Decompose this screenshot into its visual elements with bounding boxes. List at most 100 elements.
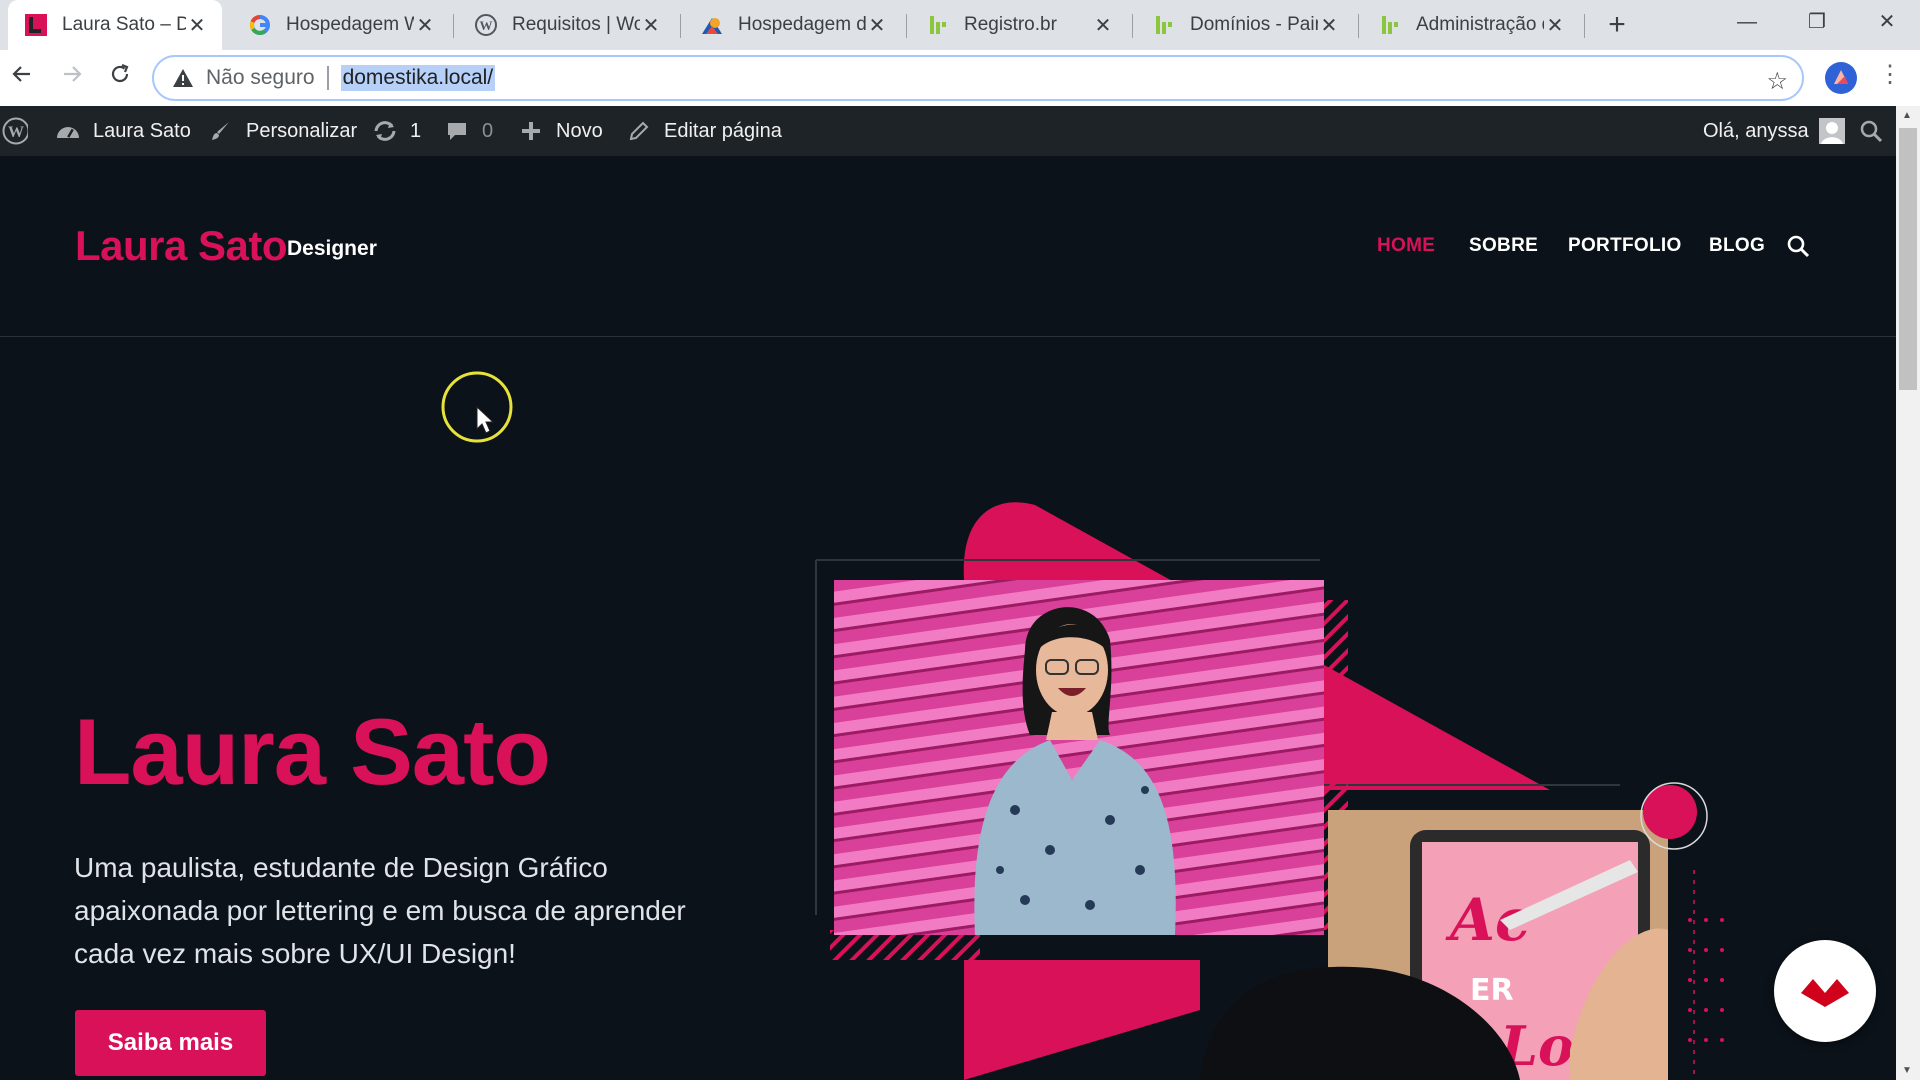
pink-bottom-shape xyxy=(964,960,1200,1080)
laura-sato-favicon-icon xyxy=(24,13,48,37)
admin-bar-updates[interactable]: 1 xyxy=(372,106,421,156)
close-tab-icon[interactable]: ✕ xyxy=(866,13,888,38)
tab-title: Registro.br xyxy=(964,14,1057,35)
tab-separator xyxy=(906,14,907,38)
site-search-icon[interactable] xyxy=(1786,234,1810,263)
pencil-icon xyxy=(626,118,652,144)
close-tab-icon[interactable]: ✕ xyxy=(186,13,208,38)
new-label: Novo xyxy=(556,119,603,142)
cursor-highlight-icon xyxy=(441,371,513,443)
arrow-left-icon xyxy=(12,66,30,82)
greeting-label: Olá, anyssa xyxy=(1703,119,1809,142)
tab-separator xyxy=(1358,14,1359,38)
close-tab-icon[interactable]: ✕ xyxy=(1092,13,1114,38)
hero-description: Uma paulista, estudante de Design Gráfic… xyxy=(74,852,686,969)
tab-requisitos-wordpress[interactable]: W Requisitos | Wo ✕ xyxy=(458,0,676,50)
saiba-mais-button[interactable]: Saiba mais xyxy=(75,1010,266,1076)
domestika-floating-button[interactable] xyxy=(1774,940,1876,1042)
tab-laura-sato[interactable]: Laura Sato – De ✕ xyxy=(8,0,222,50)
security-label[interactable]: Não seguro xyxy=(206,66,315,90)
host-icon xyxy=(700,13,724,37)
scrollbar-thumb[interactable] xyxy=(1899,128,1917,390)
tab-hospedagem[interactable]: Hospedagem de ✕ xyxy=(684,0,902,50)
back-button[interactable] xyxy=(6,62,38,94)
tab-separator xyxy=(453,14,454,38)
tab-title: Hospedagem W xyxy=(286,14,414,35)
site-tagline: Designer xyxy=(287,237,377,260)
wp-logo-menu[interactable]: W xyxy=(2,106,40,156)
edit-page-label: Editar página xyxy=(664,119,782,142)
menu-item-sobre[interactable]: SOBRE xyxy=(1469,235,1538,257)
address-divider xyxy=(326,66,329,90)
close-window-button[interactable]: ✕ xyxy=(1852,0,1920,46)
admin-bar-customize[interactable]: Personalizar xyxy=(208,106,357,156)
hero-artwork: Ac ER Loy xyxy=(815,502,1724,1080)
tab-title: Laura Sato – De xyxy=(62,14,186,35)
url-text[interactable]: domestika.local/ xyxy=(340,65,496,91)
bookmark-star-icon[interactable]: ☆ xyxy=(1766,67,1788,96)
registro-br-icon xyxy=(1378,13,1402,37)
plus-icon xyxy=(518,118,544,144)
close-tab-icon[interactable]: ✕ xyxy=(640,13,662,38)
admin-site-name-label: Laura Sato xyxy=(93,119,191,142)
dashboard-gauge-icon xyxy=(55,118,81,144)
scroll-up-arrow-icon[interactable]: ▲ xyxy=(1902,110,1912,121)
forward-button[interactable] xyxy=(56,62,88,94)
profile-avatar[interactable] xyxy=(1825,62,1857,94)
registro-br-icon xyxy=(926,13,950,37)
profile-icon xyxy=(1834,70,1848,84)
paintbrush-icon xyxy=(208,118,234,144)
scroll-down-arrow-icon[interactable]: ▼ xyxy=(1902,1065,1912,1076)
tab-separator xyxy=(1584,14,1585,38)
header-divider xyxy=(0,336,1896,337)
close-tab-icon[interactable]: ✕ xyxy=(1318,13,1340,38)
tab-title: Requisitos | Wo xyxy=(512,14,640,35)
warning-icon[interactable] xyxy=(172,67,194,89)
new-tab-button[interactable]: + xyxy=(1600,8,1634,42)
menu-item-portfolio[interactable]: PORTFOLIO xyxy=(1568,235,1682,257)
site-title[interactable]: Laura Sato xyxy=(75,222,288,270)
tab-title: Domínios - Pain xyxy=(1190,14,1318,35)
admin-bar-comments[interactable]: 0 xyxy=(444,106,493,156)
admin-bar-edit-page[interactable]: Editar página xyxy=(626,106,782,156)
admin-bar-account[interactable]: Olá, anyssa xyxy=(1703,106,1845,156)
user-avatar xyxy=(1818,118,1845,144)
reload-icon xyxy=(111,63,129,83)
tab-registro-br[interactable]: Registro.br ✕ xyxy=(910,0,1128,50)
hero-heading: Laura Sato xyxy=(74,699,551,804)
wordpress-logo-icon: W xyxy=(2,117,28,145)
menu-item-blog[interactable]: BLOG xyxy=(1709,235,1765,257)
close-tab-icon[interactable]: ✕ xyxy=(1544,13,1566,38)
tab-title: Administração d xyxy=(1416,14,1544,35)
arrow-right-icon xyxy=(64,66,82,82)
registro-br-icon xyxy=(1152,13,1176,37)
restore-button[interactable]: ❐ xyxy=(1782,0,1852,46)
svg-text:W: W xyxy=(480,18,493,33)
minimize-button[interactable]: — xyxy=(1712,0,1782,46)
portrait-photo xyxy=(834,580,1324,935)
tab-separator xyxy=(680,14,681,38)
updates-icon xyxy=(372,118,398,144)
wordpress-icon: W xyxy=(474,13,498,37)
tab-hospedagem-google[interactable]: Hospedagem W ✕ xyxy=(232,0,450,50)
comments-count: 0 xyxy=(482,119,494,142)
address-bar[interactable]: Não seguro domestika.local/ ☆ xyxy=(152,55,1804,101)
tab-administracao[interactable]: Administração d ✕ xyxy=(1362,0,1580,50)
svg-text:W: W xyxy=(8,124,24,141)
google-icon xyxy=(248,13,272,37)
mouse-cursor xyxy=(441,371,517,452)
close-tab-icon[interactable]: ✕ xyxy=(414,13,436,38)
domestika-logo-icon xyxy=(1801,979,1849,1007)
reload-button[interactable] xyxy=(104,62,136,94)
tab-title: Hospedagem de xyxy=(738,14,866,35)
tab-dominios[interactable]: Domínios - Pain ✕ xyxy=(1136,0,1354,50)
customize-label: Personalizar xyxy=(246,119,358,142)
comment-bubble-icon xyxy=(444,118,470,144)
browser-menu-icon[interactable]: ⋮ xyxy=(1878,60,1902,89)
admin-bar-site-name[interactable]: Laura Sato xyxy=(55,106,191,156)
updates-count: 1 xyxy=(410,119,422,142)
menu-item-home[interactable]: HOME xyxy=(1377,235,1435,257)
admin-bar-new[interactable]: Novo xyxy=(518,106,603,156)
svg-text:ER: ER xyxy=(1470,973,1514,1008)
admin-bar-search[interactable] xyxy=(1858,106,1896,156)
